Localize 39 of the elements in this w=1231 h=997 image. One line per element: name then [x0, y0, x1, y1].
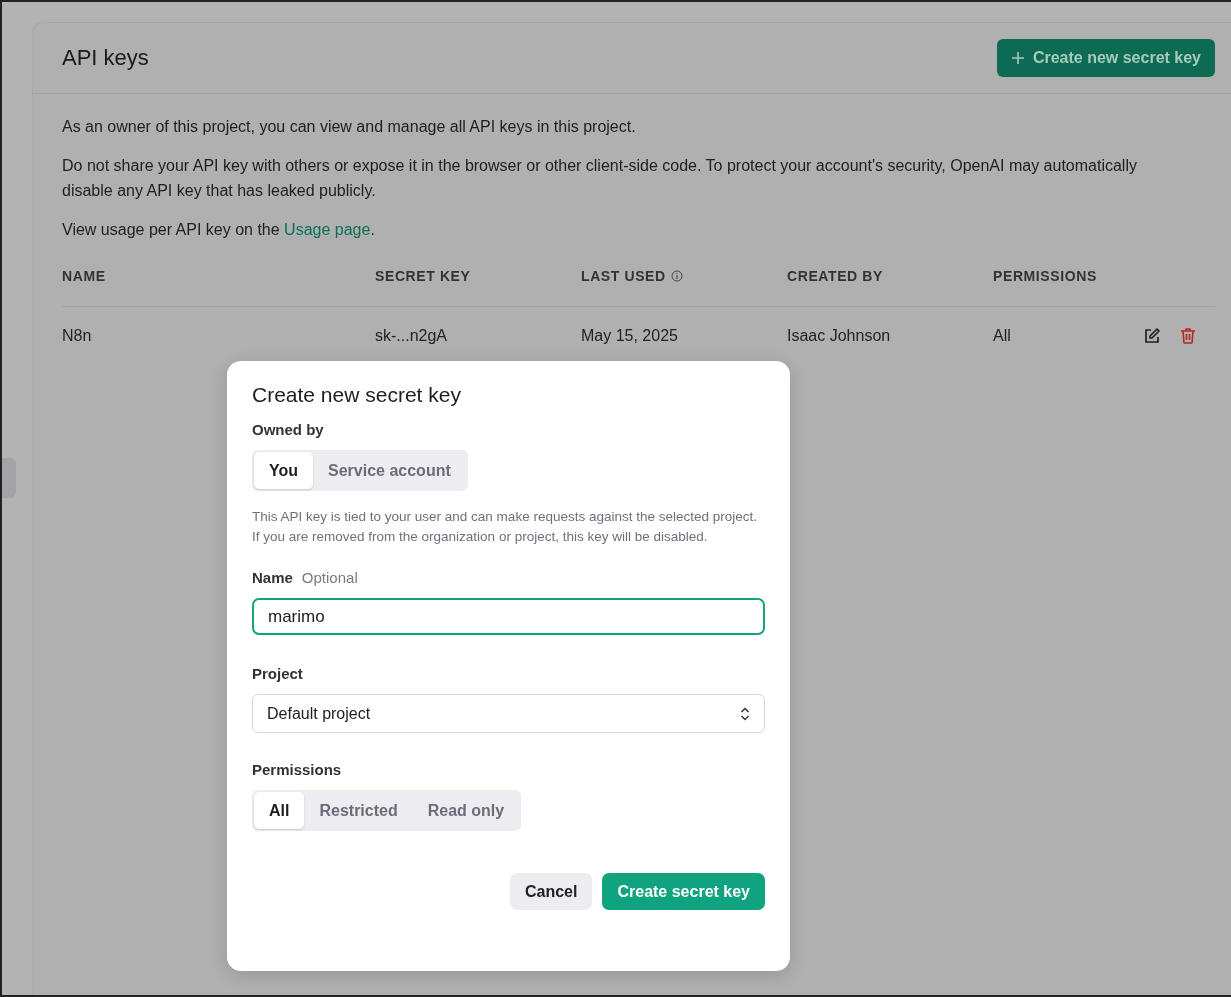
sidebar-handle[interactable]	[2, 458, 16, 498]
column-header: CREATED BY	[787, 268, 883, 284]
segment-tab[interactable]: Restricted	[304, 792, 413, 829]
period-text: .	[370, 221, 375, 238]
optional-hint: Optional	[301, 569, 358, 586]
table-cell: May 15, 2025	[581, 327, 678, 345]
field-label: Project	[252, 665, 304, 682]
page-title: API keys	[62, 45, 149, 71]
column-header: LAST USED	[581, 268, 666, 284]
usage-text: View usage per API key on the	[62, 221, 281, 238]
field-label: Owned by	[252, 421, 325, 438]
create-key-button[interactable]: Create new secret key	[996, 39, 1215, 77]
info-icon	[670, 270, 683, 282]
create-button[interactable]: Create secret key	[602, 873, 765, 910]
table-cell: All	[993, 327, 1011, 345]
info-paragraph: As an owner of this project, you can view and manage all API keys in this project.	[62, 117, 637, 137]
table-cell: sk-...n2gA	[375, 327, 448, 345]
table-cell: Isaac Johnson	[787, 327, 891, 345]
owner-note: This API key is tied to your user and can make requests against the selected project. If you are removed from the organization or project, this key will be disabled.	[252, 508, 759, 546]
name-input[interactable]: marimo	[252, 598, 765, 635]
project-select[interactable]: Default project	[252, 694, 765, 733]
column-header: NAME	[62, 268, 106, 284]
cancel-button[interactable]: Cancel	[510, 873, 593, 910]
plus-icon	[1010, 51, 1025, 65]
table-cell: N8n	[62, 327, 92, 345]
chevron-updown-icon	[740, 706, 750, 721]
usage-link[interactable]: Usage page	[284, 221, 371, 238]
dialog-title: Create new secret key	[252, 383, 462, 407]
segment-tab[interactable]: Read only	[412, 792, 520, 829]
column-header: PERMISSIONS	[993, 268, 1097, 284]
segment-tab[interactable]: You	[254, 452, 314, 489]
trash-icon[interactable]	[1179, 327, 1197, 345]
segment-tab[interactable]: All	[254, 792, 305, 829]
segment-tab[interactable]: Service account	[313, 452, 466, 489]
field-label: Permissions	[252, 761, 343, 778]
info-paragraph: Do not share your API key with others or expose it in the browser or other client-side code. To protect your account's security, OpenAI may automatically disable any API key that has leaked publicly.	[62, 156, 1138, 201]
field-label: Name	[252, 569, 293, 586]
edit-icon[interactable]	[1143, 327, 1161, 345]
column-header: SECRET KEY	[375, 268, 471, 284]
